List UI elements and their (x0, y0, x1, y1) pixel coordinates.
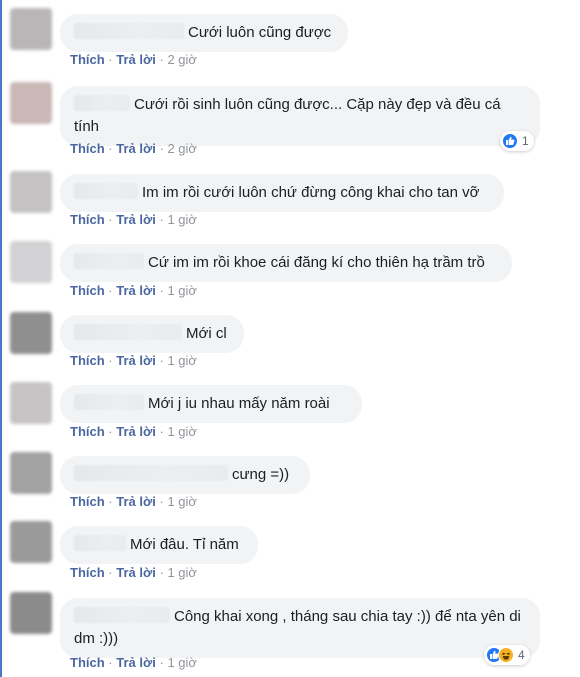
comment-actions: Thích · Trả lời · 1 giờ (70, 424, 197, 439)
comment-text: Cưới luôn cũng được (188, 24, 332, 41)
comment-time[interactable]: 1 giờ (167, 353, 197, 368)
comment-time[interactable]: 1 giờ (167, 494, 197, 509)
like-link[interactable]: Thích (70, 565, 105, 580)
comment-actions: Thích · Trả lời · 1 giờ (70, 212, 197, 227)
author-name-redacted[interactable] (74, 23, 184, 39)
comment-bubble: Mới j iu nhau mấy năm roài (60, 385, 362, 423)
reply-link[interactable]: Trả lời (116, 52, 156, 67)
comment-bubble: Mới cl (60, 315, 244, 353)
avatar[interactable] (10, 171, 52, 213)
reply-link[interactable]: Trả lời (116, 655, 156, 670)
comment-actions: Thích · Trả lời · 1 giờ (70, 565, 197, 580)
reply-link[interactable]: Trả lời (116, 565, 156, 580)
like-link[interactable]: Thích (70, 212, 105, 227)
reply-link[interactable]: Trả lời (116, 283, 156, 298)
comment-text: Mới j iu nhau mấy năm roài (148, 395, 330, 412)
comment-time[interactable]: 1 giờ (167, 212, 197, 227)
comment-actions: Thích · Trả lời · 1 giờ (70, 655, 197, 670)
reaction-summary[interactable]: 4 (484, 645, 530, 665)
reaction-count: 4 (518, 648, 525, 662)
comment-text: Cứ im im rồi khoe cái đăng kí cho thiên … (148, 254, 485, 271)
comment-actions: Thích · Trả lời · 1 giờ (70, 353, 197, 368)
comment-text: Im im rồi cưới luôn chứ đừng công khai c… (142, 184, 480, 201)
like-link[interactable]: Thích (70, 353, 105, 368)
author-name-redacted[interactable] (74, 253, 144, 269)
comment-bubble: Công khai xong , tháng sau chia tay :)) … (60, 598, 540, 658)
comment-actions: Thích · Trả lời · 1 giờ (70, 283, 197, 298)
comment-time[interactable]: 2 giờ (167, 141, 197, 156)
comment-bubble: Cưới luôn cũng được (60, 14, 348, 52)
author-name-redacted[interactable] (74, 324, 182, 340)
reply-link[interactable]: Trả lời (116, 353, 156, 368)
comment-bubble: Im im rồi cưới luôn chứ đừng công khai c… (60, 174, 504, 212)
author-name-redacted[interactable] (74, 95, 130, 111)
author-name-redacted[interactable] (74, 465, 228, 481)
comment-text: Cưới rồi sinh luôn cũng được... Cặp này … (74, 96, 501, 135)
avatar[interactable] (10, 521, 52, 563)
comment-bubble: Mới đâu. Tỉ năm (60, 526, 258, 564)
reaction-count: 1 (522, 134, 529, 148)
reply-link[interactable]: Trả lời (116, 212, 156, 227)
avatar[interactable] (10, 382, 52, 424)
reply-link[interactable]: Trả lời (116, 424, 156, 439)
avatar[interactable] (10, 241, 52, 283)
comment-text: Mới cl (186, 325, 227, 342)
comment-bubble: cưng =)) (60, 456, 310, 494)
reply-link[interactable]: Trả lời (116, 494, 156, 509)
comment-time[interactable]: 1 giờ (167, 655, 197, 670)
avatar[interactable] (10, 592, 52, 634)
like-link[interactable]: Thích (70, 283, 105, 298)
author-name-redacted[interactable] (74, 535, 126, 551)
reaction-summary[interactable]: 1 (500, 131, 534, 151)
avatar[interactable] (10, 452, 52, 494)
like-icon (502, 133, 518, 149)
reply-link[interactable]: Trả lời (116, 141, 156, 156)
author-name-redacted[interactable] (74, 394, 144, 410)
comment-time[interactable]: 2 giờ (167, 52, 197, 67)
comment-text: Mới đâu. Tỉ năm (130, 536, 239, 553)
author-name-redacted[interactable] (74, 183, 138, 199)
like-link[interactable]: Thích (70, 141, 105, 156)
avatar[interactable] (10, 82, 52, 124)
like-link[interactable]: Thích (70, 52, 105, 67)
like-link[interactable]: Thích (70, 424, 105, 439)
like-link[interactable]: Thích (70, 655, 105, 670)
like-link[interactable]: Thích (70, 494, 105, 509)
comment-time[interactable]: 1 giờ (167, 424, 197, 439)
comment-bubble: Cứ im im rồi khoe cái đăng kí cho thiên … (60, 244, 512, 282)
comment-actions: Thích · Trả lời · 2 giờ (70, 141, 197, 156)
thread-rule (0, 0, 2, 677)
avatar[interactable] (10, 8, 52, 50)
haha-icon (498, 647, 514, 663)
comment-bubble: Cưới rồi sinh luôn cũng được... Cặp này … (60, 86, 540, 146)
comment-actions: Thích · Trả lời · 1 giờ (70, 494, 197, 509)
author-name-redacted[interactable] (74, 607, 170, 623)
comment-actions: Thích · Trả lời · 2 giờ (70, 52, 197, 67)
comment-time[interactable]: 1 giờ (167, 565, 197, 580)
comment-time[interactable]: 1 giờ (167, 283, 197, 298)
comment-text: cưng =)) (232, 466, 290, 483)
avatar[interactable] (10, 312, 52, 354)
